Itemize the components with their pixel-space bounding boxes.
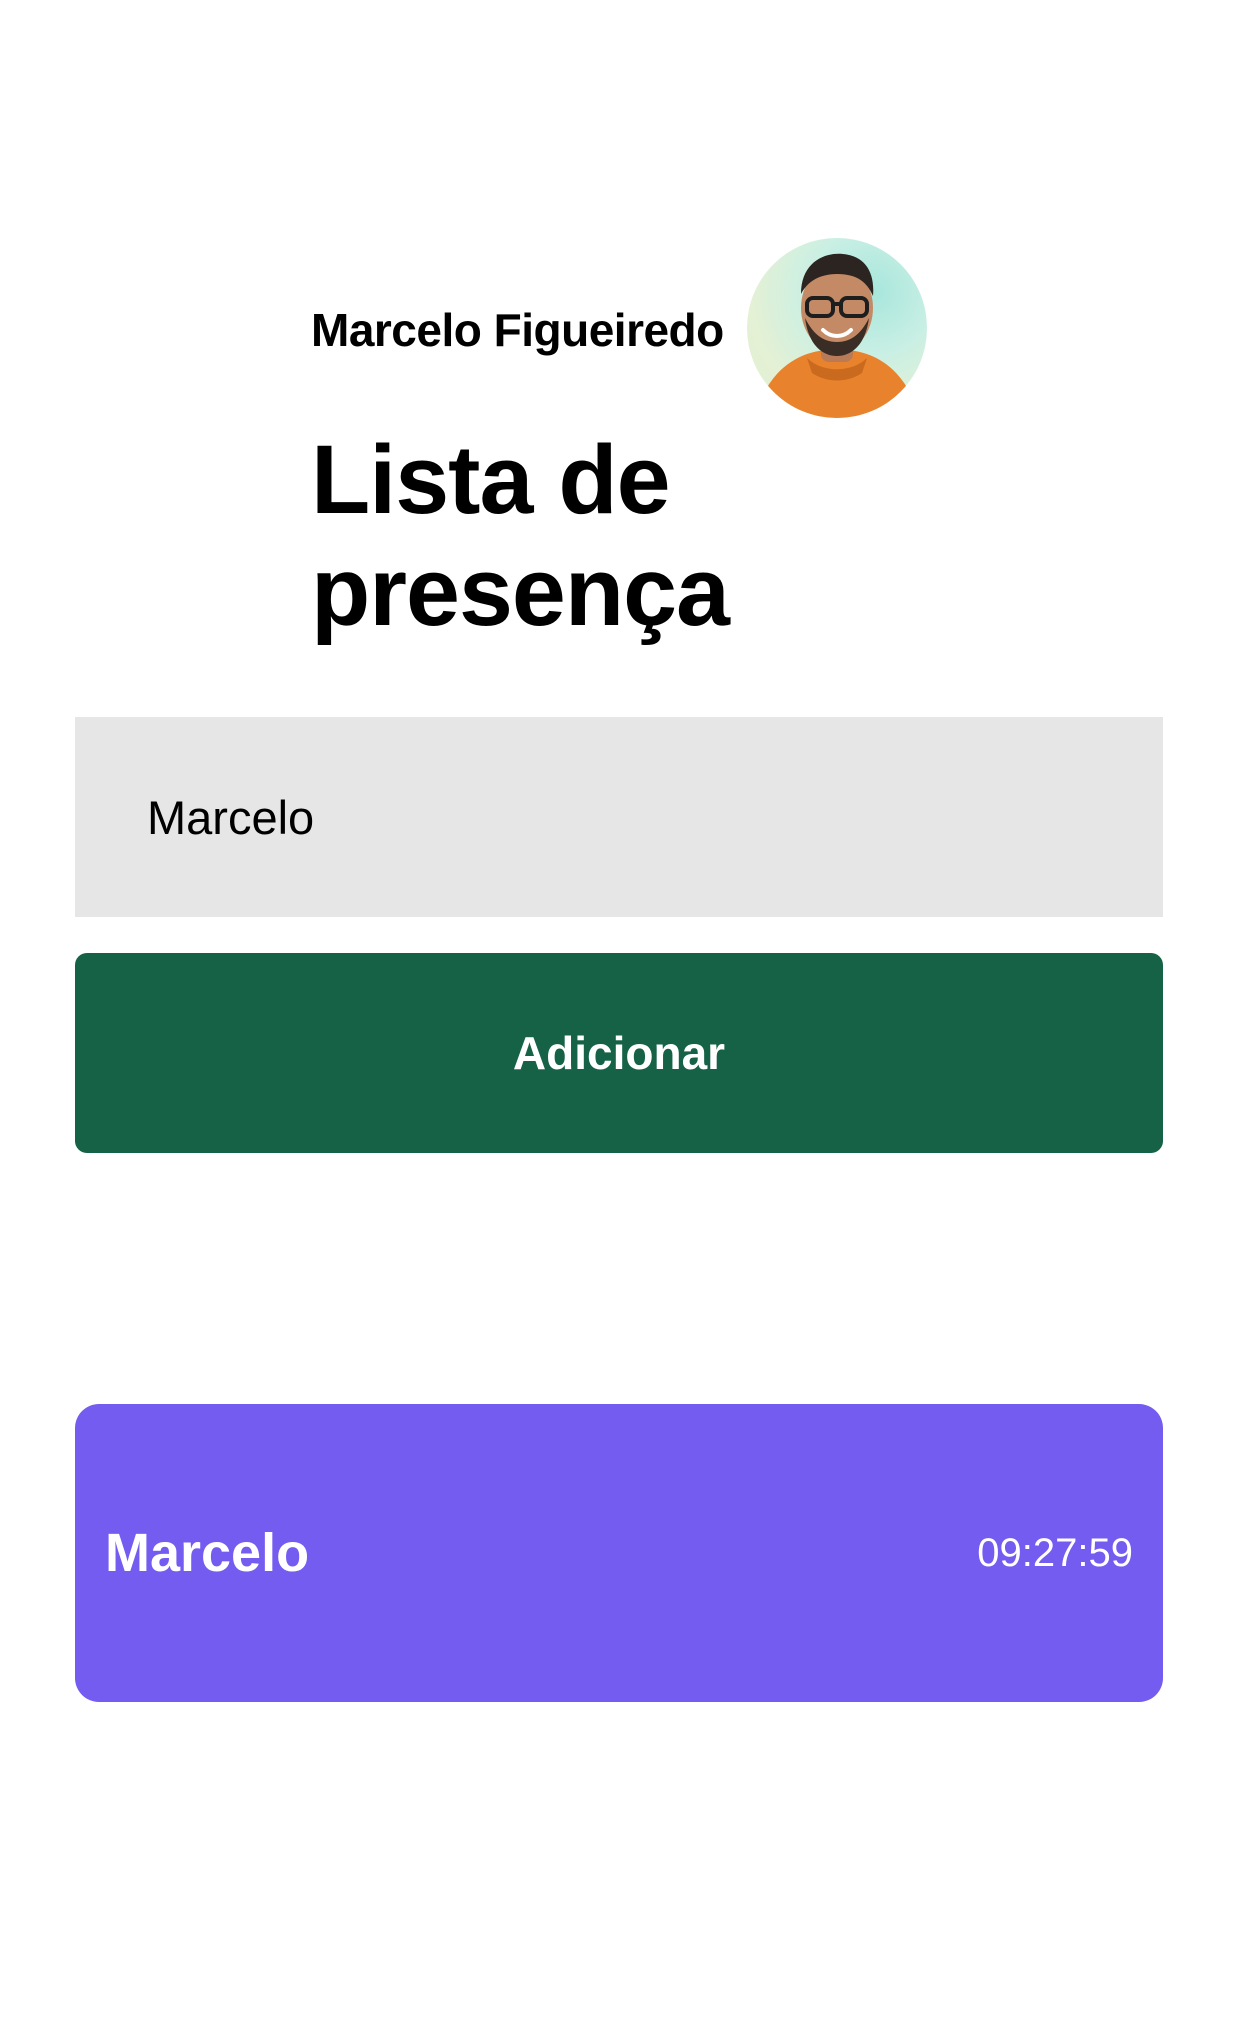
attendee-list: Marcelo 09:27:59 [75, 1404, 1163, 1702]
name-input[interactable] [75, 717, 1163, 917]
add-button[interactable]: Adicionar [75, 953, 1163, 1153]
attendee-time: 09:27:59 [977, 1531, 1133, 1575]
attendee-card: Marcelo 09:27:59 [75, 1404, 1163, 1702]
user-photo-icon [755, 253, 919, 418]
avatar [747, 238, 927, 418]
profile-header: Marcelo Figueiredo Lista de presença [311, 238, 931, 648]
page-title: Lista de presença [311, 425, 730, 646]
attendee-name: Marcelo [105, 1523, 310, 1583]
user-name: Marcelo Figueiredo [311, 304, 724, 356]
